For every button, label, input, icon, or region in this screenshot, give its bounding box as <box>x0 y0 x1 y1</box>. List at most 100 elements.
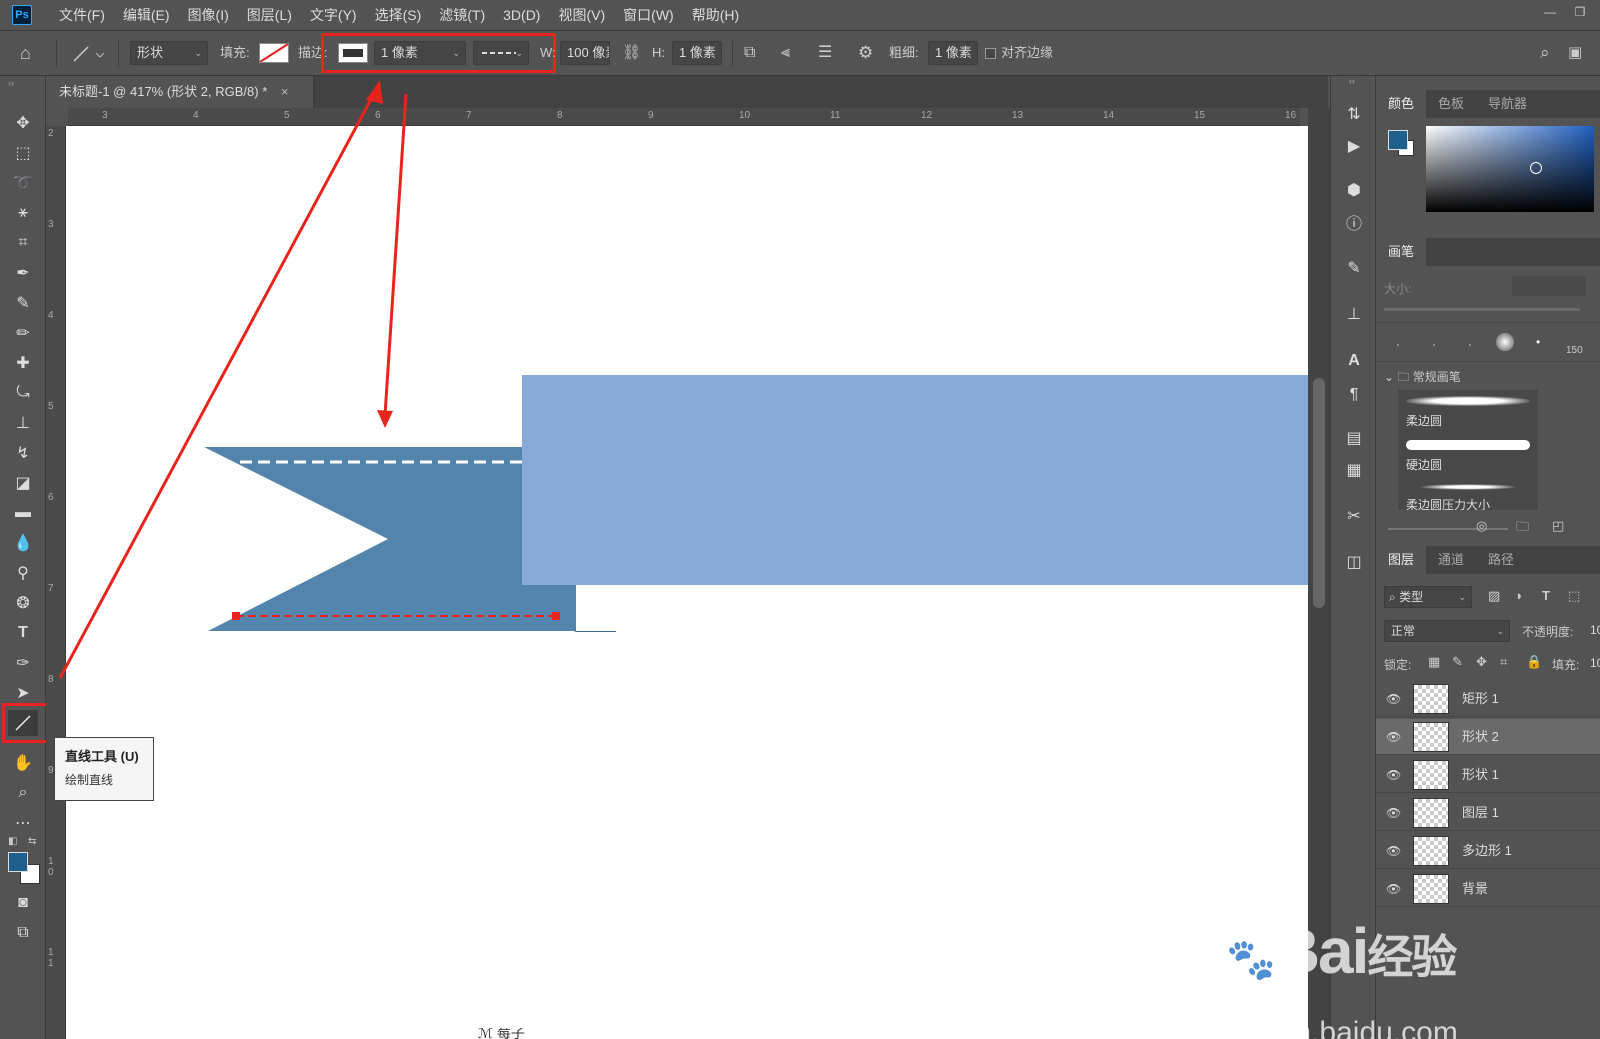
color-picker-field[interactable] <box>1426 126 1594 212</box>
eraser-tool-icon[interactable]: ◪ <box>8 470 38 496</box>
more-tools-icon[interactable]: ⋯ <box>8 810 38 836</box>
brush-preview-size-slider[interactable] <box>1388 528 1508 530</box>
screen-mode-icon[interactable]: ⧉ <box>8 920 38 946</box>
brush-preset-hard-icon[interactable]: • <box>1536 335 1540 349</box>
ribbon-shape[interactable] <box>204 447 576 631</box>
menu-layer[interactable]: 图层(L) <box>238 0 301 30</box>
height-input[interactable]: 1 像素 <box>672 41 722 65</box>
filter-type-icon[interactable]: T <box>1542 588 1550 603</box>
brush-item[interactable]: 硬边圆 <box>1398 434 1538 478</box>
filter-pixel-icon[interactable]: ▨ <box>1488 588 1500 604</box>
brush-preset-soft-icon[interactable] <box>1496 333 1514 351</box>
hand-tool-icon[interactable]: ✋ <box>8 750 38 776</box>
zoom-tool-icon[interactable]: ⌕ <box>8 780 38 806</box>
brush-folder-row[interactable]: ⌄ 🗀 常规画笔 <box>1384 368 1461 389</box>
info-icon[interactable]: ⓘ <box>1343 214 1365 236</box>
visibility-eye-icon[interactable]: 👁 <box>1386 768 1402 782</box>
libraries-icon[interactable]: ◫ <box>1343 552 1365 574</box>
clone-source-icon[interactable]: ⊥ <box>1343 304 1365 326</box>
brush-visibility-icon[interactable]: ◎ <box>1476 518 1487 534</box>
lock-position-icon[interactable]: ✥ <box>1476 654 1487 670</box>
brush-preset-icon[interactable]: · <box>1396 337 1400 351</box>
blend-mode-select[interactable]: 正常 ⌄ <box>1384 620 1510 642</box>
vertical-ruler[interactable]: 234567891 01 1 <box>46 126 66 1039</box>
scrollbar-thumb[interactable] <box>1313 378 1325 608</box>
width-input[interactable]: 100 像素 <box>560 41 610 65</box>
brush-preset-icon[interactable]: · <box>1432 337 1436 351</box>
eyedropper-tool-icon[interactable]: ✒ <box>8 260 38 286</box>
link-icon[interactable]: ⛓ <box>622 41 641 65</box>
dodge-tool-icon[interactable]: ⚲ <box>8 560 38 586</box>
ps-logo-icon[interactable]: Ps <box>12 5 32 25</box>
notes-icon[interactable]: ▦ <box>1343 460 1365 482</box>
new-brush-icon[interactable]: ◰ <box>1552 518 1564 534</box>
visibility-eye-icon[interactable]: 👁 <box>1386 730 1402 744</box>
history-brush-tool-icon[interactable]: ⤿ <box>8 380 38 406</box>
quick-select-tool-icon[interactable]: ⚹ <box>8 200 38 226</box>
menu-help[interactable]: 帮助(H) <box>683 0 748 30</box>
paragraph-icon[interactable]: ¶ <box>1343 384 1365 406</box>
filter-shape-icon[interactable]: ⬚ <box>1568 588 1580 604</box>
color-fg-swatch[interactable] <box>1388 130 1408 150</box>
tab-paths[interactable]: 路径 <box>1476 546 1526 574</box>
visibility-eye-icon[interactable]: 👁 <box>1386 806 1402 820</box>
line-tool-preset-icon[interactable] <box>70 41 106 65</box>
glyphs-icon[interactable]: ▤ <box>1343 428 1365 450</box>
layer-filter-select[interactable]: ⌕ 类型 ⌄ <box>1384 586 1472 608</box>
art-history-tool-icon[interactable]: ↯ <box>8 440 38 466</box>
collapse-tools-icon[interactable]: ›› <box>8 78 14 88</box>
tools-settings-icon[interactable]: ✂ <box>1343 506 1365 528</box>
new-folder-icon[interactable]: 🗀 <box>1516 518 1529 540</box>
history-icon[interactable]: ⇅ <box>1343 104 1365 126</box>
move-tool-icon[interactable]: ✥ <box>8 110 38 136</box>
gear-icon[interactable]: ⚙ <box>858 41 873 65</box>
stamp-tool-icon[interactable]: ⊥ <box>8 410 38 436</box>
brush-item[interactable]: 柔边圆压力大小 <box>1398 478 1538 510</box>
layer-row[interactable]: 👁 背景 <box>1376 871 1600 907</box>
tab-navigator[interactable]: 导航器 <box>1476 90 1539 118</box>
minimize-icon[interactable]: — <box>1540 5 1560 21</box>
path-anchor-start[interactable] <box>232 612 240 620</box>
3d-icon[interactable]: ⬢ <box>1343 180 1365 202</box>
layer-row[interactable]: 👁 形状 1 <box>1376 757 1600 793</box>
brush-settings-icon[interactable]: ✎ <box>1343 258 1365 280</box>
menu-select[interactable]: 选择(S) <box>366 0 431 30</box>
sponge-tool-icon[interactable]: ❂ <box>8 590 38 616</box>
restore-icon[interactable]: ❐ <box>1570 5 1590 21</box>
lock-pixels-icon[interactable]: ✎ <box>1452 654 1463 670</box>
swap-colors-icon[interactable]: ⇆ <box>28 836 36 847</box>
brush-preset-icon[interactable]: · <box>1468 337 1472 351</box>
weight-input[interactable]: 1 像素 <box>928 41 978 65</box>
crop-tool-icon[interactable]: ⌗ <box>8 230 38 256</box>
workspace-icon[interactable]: ▣ <box>1568 41 1582 65</box>
align-edges-checkbox[interactable] <box>985 48 996 59</box>
filter-adjustment-icon[interactable]: ◑ <box>1514 588 1522 603</box>
fill-value[interactable]: 10 <box>1590 656 1600 670</box>
quick-mask-icon[interactable]: ◙ <box>8 890 38 916</box>
opacity-value[interactable]: 10 <box>1590 623 1600 637</box>
path-arrangement-icon[interactable]: ☰ <box>818 41 832 65</box>
foreground-color-swatch[interactable] <box>8 852 28 872</box>
tab-layers[interactable]: 图层 <box>1376 546 1427 574</box>
pencil-tool-icon[interactable]: ✏ <box>8 320 38 346</box>
default-colors-icon[interactable]: ◧ <box>8 836 17 847</box>
rectangle-shape[interactable] <box>522 375 1308 585</box>
layer-row[interactable]: 👁 矩形 1 <box>1376 681 1600 717</box>
visibility-eye-icon[interactable]: 👁 <box>1386 844 1402 858</box>
path-alignment-icon[interactable]: ⫷ <box>781 41 790 65</box>
visibility-eye-icon[interactable]: 👁 <box>1386 882 1402 896</box>
healing-tool-icon[interactable]: ✚ <box>8 350 38 376</box>
lasso-tool-icon[interactable]: ➰ <box>8 170 38 196</box>
brush-size-input[interactable] <box>1512 276 1586 296</box>
tab-color[interactable]: 颜色 <box>1376 90 1427 118</box>
vertical-scrollbar[interactable] <box>1308 108 1330 1039</box>
layer-row[interactable]: 👁 形状 2 <box>1376 719 1600 755</box>
type-tool-icon[interactable]: T <box>8 620 38 646</box>
search-icon[interactable]: ⌕ <box>1540 41 1550 65</box>
menu-file[interactable]: 文件(F) <box>50 0 114 30</box>
document-tab[interactable]: 未标题-1 @ 417% (形状 2, RGB/8) * × <box>56 76 314 108</box>
brush-tool-icon[interactable]: ✎ <box>8 290 38 316</box>
lock-all-icon[interactable]: 🔒 <box>1526 654 1542 670</box>
menu-edit[interactable]: 编辑(E) <box>114 0 179 30</box>
lock-transparent-icon[interactable]: ▦ <box>1428 654 1440 670</box>
